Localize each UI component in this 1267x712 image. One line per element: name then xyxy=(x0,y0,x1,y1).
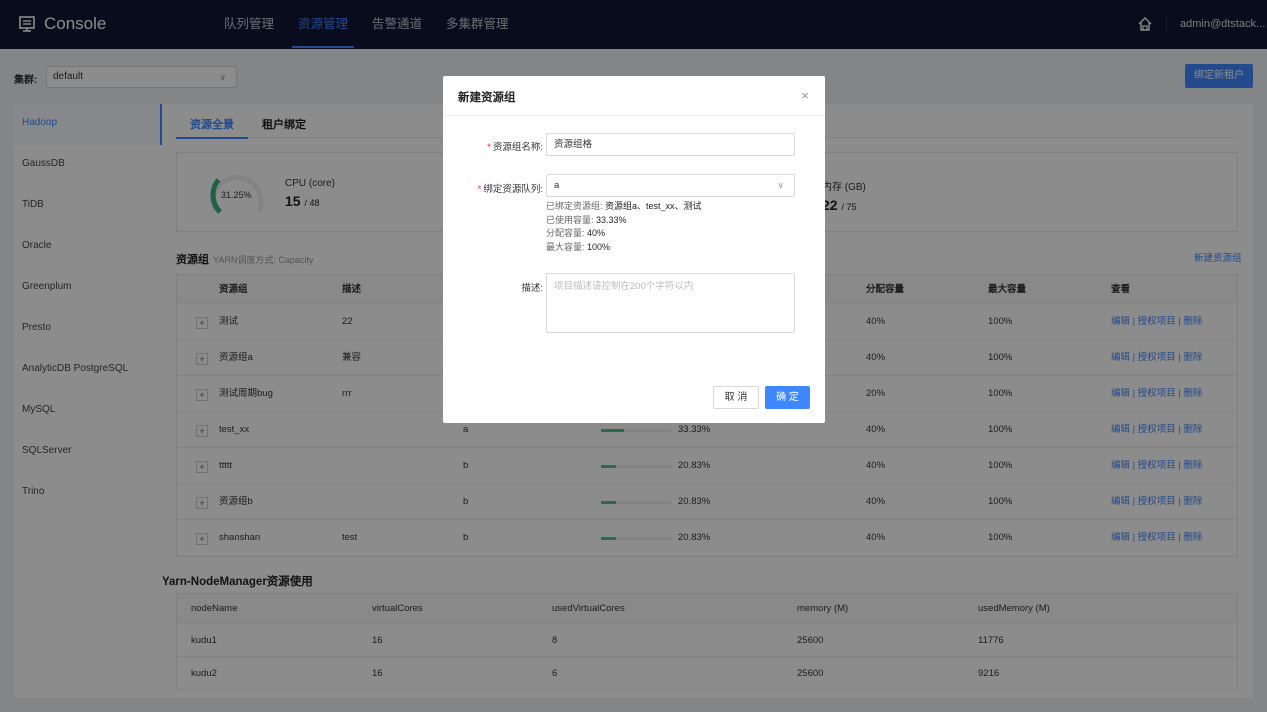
close-icon[interactable]: × xyxy=(801,88,809,103)
description-label: 描述: xyxy=(521,283,543,294)
confirm-button[interactable]: 确 定 xyxy=(765,386,810,409)
queue-label: * 绑定资源队列: xyxy=(477,184,543,195)
cancel-button[interactable]: 取 消 xyxy=(713,386,759,409)
queue-value: a xyxy=(554,180,560,191)
info-used-capacity: 已使用容量: 33.33% xyxy=(546,214,627,225)
info-alloc-capacity: 分配容量: 40% xyxy=(546,228,606,238)
info-bound-groups: 已绑定资源组: 资源组a、test_xx、测试 xyxy=(546,201,702,211)
chevron-down-icon: ∨ xyxy=(777,180,784,190)
queue-select[interactable]: a ∨ xyxy=(546,174,795,197)
modal-header: 新建资源组 × xyxy=(443,76,825,116)
name-label: * 资源组名称: xyxy=(487,142,543,153)
info-max-capacity: 最大容量: 100% xyxy=(546,241,611,252)
description-textarea[interactable]: 项目描述请控制在200个字符以内 xyxy=(546,273,795,333)
queue-info: 已绑定资源组: 资源组a、test_xx、测试 已使用容量: 33.33% 分配… xyxy=(546,200,702,254)
resource-group-name-input[interactable]: 资源组格 xyxy=(546,133,795,156)
modal-title: 新建资源组 xyxy=(458,92,516,104)
new-resource-group-modal: 新建资源组 × * 资源组名称: 资源组格 * 绑定资源队列: a ∨ 已绑定资源组… xyxy=(443,76,825,423)
